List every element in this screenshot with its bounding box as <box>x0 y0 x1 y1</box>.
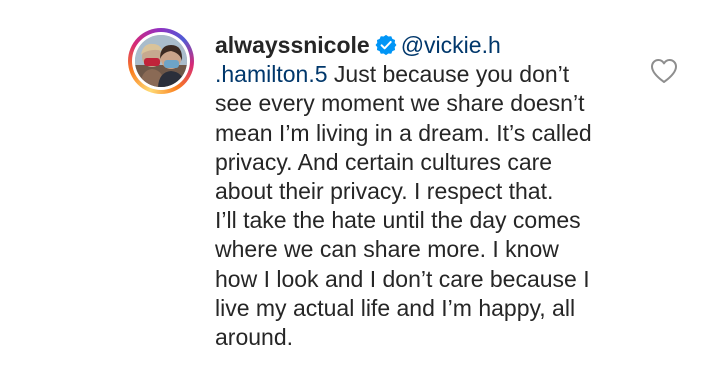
heart-outline-icon <box>651 59 677 83</box>
comment-text-segment: Just because you don’t <box>327 61 570 88</box>
story-ring[interactable] <box>128 28 194 94</box>
comment-line: mean I’m living in a dream. It’s called <box>215 119 592 146</box>
comment-username[interactable]: alwayssnicole <box>215 32 370 58</box>
mention-link[interactable]: @vickie.h <box>401 32 501 58</box>
like-button[interactable] <box>650 58 678 84</box>
avatar-border <box>132 32 190 90</box>
comment-line: I’ll take the hate until the day comes <box>215 207 581 234</box>
comment-line: .hamilton.5 Just because you don’t <box>215 60 655 89</box>
comment-line: privacy. And certain cultures care <box>215 148 553 175</box>
comment-line: see every moment we share doesn’t <box>215 90 585 117</box>
mention-link-continued[interactable]: .hamilton.5 <box>215 61 328 87</box>
comment: alwayssnicole @vickie.h .hamilton.5 Just … <box>0 0 720 368</box>
comment-line: how I look and I don’t care because I <box>215 265 590 292</box>
comment-line: around. <box>215 324 294 351</box>
comment-line: where we can share more. I know <box>215 236 559 263</box>
avatar-image <box>135 35 187 87</box>
avatar[interactable] <box>135 35 187 87</box>
verified-badge-icon <box>375 34 397 56</box>
comment-line: live my actual life and I’m happy, all <box>215 294 576 321</box>
comment-line: about their privacy. I respect that. <box>215 178 554 205</box>
comment-body: alwayssnicole @vickie.h .hamilton.5 Just … <box>215 31 655 352</box>
comment-line-first: alwayssnicole @vickie.h <box>215 31 655 60</box>
